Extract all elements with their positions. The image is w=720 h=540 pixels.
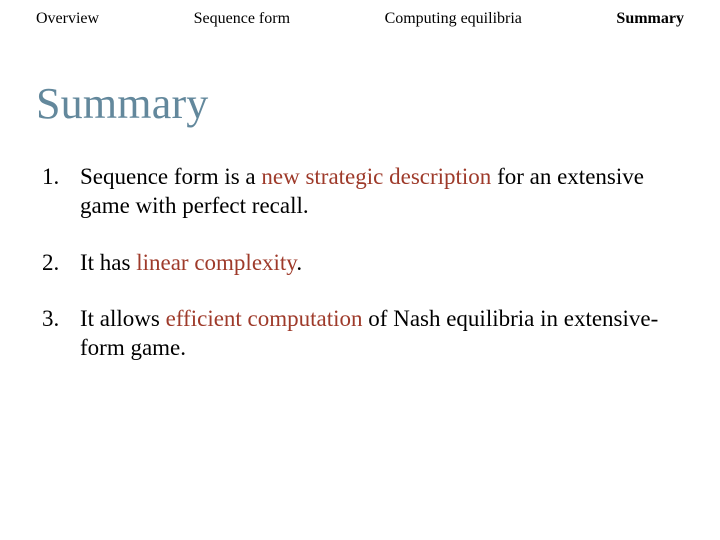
list-body: It allows efficient computation of Nash … [80, 305, 684, 363]
text: . [296, 250, 302, 275]
list-number: 2. [42, 249, 80, 278]
slide-title: Summary [36, 78, 684, 129]
text: It has [80, 250, 136, 275]
list-body: Sequence form is a new strategic descrip… [80, 163, 684, 221]
list-item: 3. It allows efficient computation of Na… [42, 305, 684, 363]
text: It allows [80, 306, 166, 331]
nav-item-computing-equilibria[interactable]: Computing equilibria [385, 10, 522, 28]
list-body: It has linear complexity. [80, 249, 684, 278]
accent-text: new strategic description [261, 164, 491, 189]
nav-item-overview[interactable]: Overview [36, 10, 99, 28]
summary-list: 1. Sequence form is a new strategic desc… [36, 163, 684, 363]
nav-item-sequence-form[interactable]: Sequence form [194, 10, 290, 28]
section-nav: Overview Sequence form Computing equilib… [36, 0, 684, 28]
slide: Overview Sequence form Computing equilib… [0, 0, 720, 540]
accent-text: linear complexity [136, 250, 296, 275]
nav-item-summary[interactable]: Summary [616, 10, 684, 28]
accent-text: efficient computation [166, 306, 363, 331]
list-item: 1. Sequence form is a new strategic desc… [42, 163, 684, 221]
list-number: 1. [42, 163, 80, 221]
text: Sequence form is a [80, 164, 261, 189]
list-item: 2. It has linear complexity. [42, 249, 684, 278]
list-number: 3. [42, 305, 80, 363]
